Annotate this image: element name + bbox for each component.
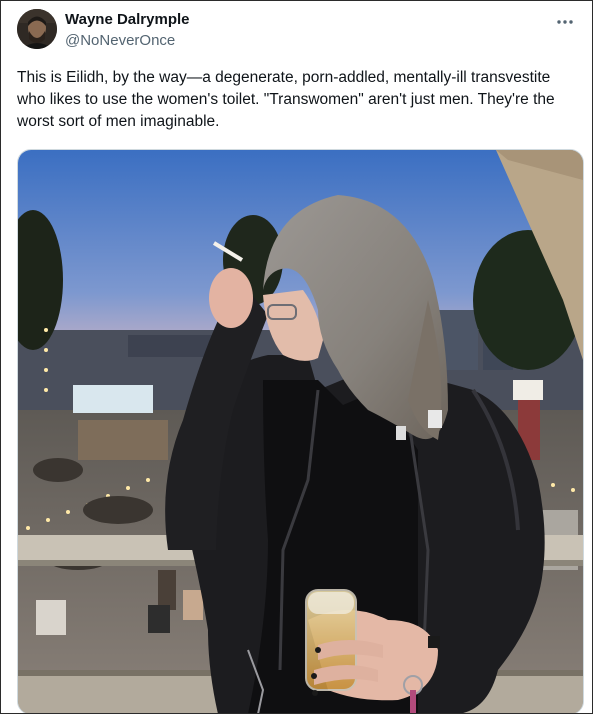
more-options-button[interactable] (552, 11, 578, 33)
user-handle[interactable]: @NoNeverOnce (65, 31, 190, 51)
tweet-header: Wayne Dalrymple @NoNeverOnce (17, 9, 580, 53)
avatar-image (17, 9, 57, 49)
avatar[interactable] (17, 9, 57, 49)
ellipsis-icon (557, 20, 573, 24)
display-name[interactable]: Wayne Dalrymple (65, 11, 190, 29)
tweet-photo[interactable] (17, 149, 584, 713)
user-info: Wayne Dalrymple @NoNeverOnce (65, 11, 190, 51)
tweet-text: This is Eilidh, by the way—a degenerate,… (17, 69, 555, 130)
tweet-card: Wayne Dalrymple @NoNeverOnce This is Eil… (0, 0, 593, 714)
photo-image (18, 150, 583, 713)
